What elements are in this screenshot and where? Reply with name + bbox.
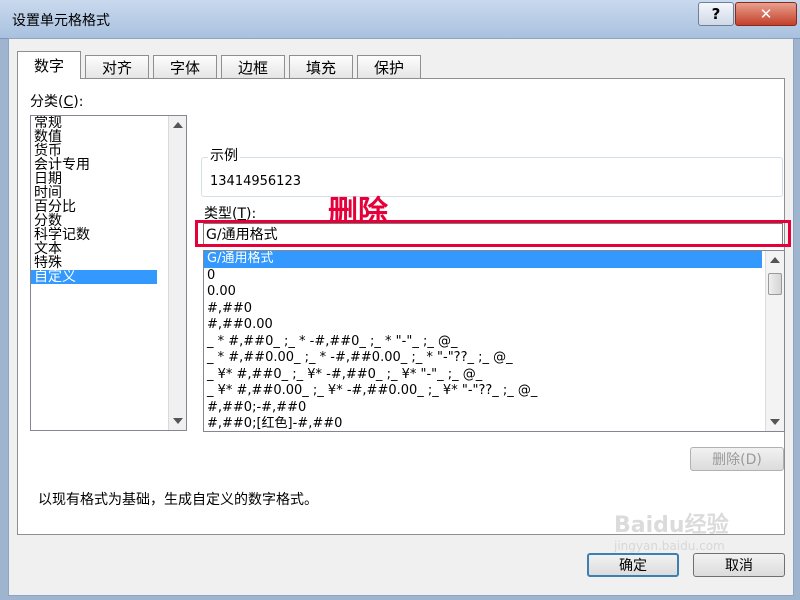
category-item-date[interactable]: 日期 [31,172,157,186]
type-label: 类型(T): [204,206,257,222]
category-item-accounting[interactable]: 会计专用 [31,158,157,172]
close-button[interactable]: ✕ [735,2,797,26]
category-item-general[interactable]: 常规 [31,116,157,130]
format-cells-dialog: 数字 对齐 字体 边框 填充 保护 分类(C): 常规 数值 货币 会计专用 日… [8,38,794,596]
delete-button[interactable]: 删除(D) [690,447,784,471]
description-text: 以现有格式为基础，生成自定义的数字格式。 [38,492,318,508]
format-item[interactable]: _ ¥* #,##0.00_ ;_ ¥* -#,##0.00_ ;_ ¥* "-… [204,383,762,400]
format-item[interactable]: G/通用格式 [204,251,762,268]
sample-legend: 示例 [208,145,240,165]
tab-font[interactable]: 字体 [153,55,217,78]
number-tab-panel: 分类(C): 常规 数值 货币 会计专用 日期 时间 百分比 分数 科学记数 文… [17,78,791,535]
format-item[interactable]: _ ¥* #,##0_ ;_ ¥* -#,##0_ ;_ ¥* "-"_ ;_ … [204,367,762,384]
sample-value: 13414956123 [210,174,301,189]
category-item-time[interactable]: 时间 [31,186,157,200]
format-item[interactable]: 0 [204,268,762,285]
scroll-down-icon[interactable] [173,418,183,424]
cancel-button[interactable]: 取消 [693,553,785,577]
scroll-down-icon[interactable] [770,419,780,425]
format-scrollbar[interactable] [765,251,784,431]
help-button[interactable]: ? [698,2,734,26]
ok-button[interactable]: 确定 [587,553,679,577]
tab-protection[interactable]: 保护 [357,55,421,78]
category-item-currency[interactable]: 货币 [31,144,157,158]
category-item-percentage[interactable]: 百分比 [31,200,157,214]
type-input[interactable]: G/通用格式 [203,223,783,245]
category-item-text[interactable]: 文本 [31,242,157,256]
format-item[interactable]: 0.00 [204,284,762,301]
tab-border[interactable]: 边框 [221,55,285,78]
format-item[interactable]: _ * #,##0_ ;_ * -#,##0_ ;_ * "-"_ ;_ @_ [204,334,762,351]
format-item[interactable]: #,##0 [204,301,762,318]
format-item[interactable]: #,##0;-#,##0 [204,400,762,417]
sample-group: 13414956123 [201,157,783,197]
category-scrollbar[interactable] [168,116,186,430]
scroll-up-icon[interactable] [173,122,183,128]
category-item-scientific[interactable]: 科学记数 [31,228,157,242]
format-list[interactable]: G/通用格式 0 0.00 #,##0 #,##0.00 _ * #,##0_ … [203,250,785,432]
category-item-number[interactable]: 数值 [31,130,157,144]
category-list[interactable]: 常规 数值 货币 会计专用 日期 时间 百分比 分数 科学记数 文本 特殊 自定… [30,115,187,431]
tab-alignment[interactable]: 对齐 [85,55,149,78]
category-item-custom[interactable]: 自定义 [31,270,157,284]
baidu-watermark: Baidu经验 jingyan.baidu.com [614,513,729,553]
tab-number[interactable]: 数字 [17,51,81,79]
category-item-special[interactable]: 特殊 [31,256,157,270]
format-item[interactable]: _ * #,##0.00_ ;_ * -#,##0.00_ ;_ * "-"??… [204,350,762,367]
tab-fill[interactable]: 填充 [289,55,353,78]
scroll-thumb[interactable] [768,273,782,295]
format-item[interactable]: #,##0;[红色]-#,##0 [204,416,762,431]
scroll-up-icon[interactable] [770,257,780,263]
category-label: 分类(C): [30,94,84,110]
format-item[interactable]: #,##0.00 [204,317,762,334]
dialog-title: 设置单元格格式 [12,13,110,29]
title-bar: 设置单元格格式 ? ✕ [0,0,800,39]
category-item-fraction[interactable]: 分数 [31,214,157,228]
